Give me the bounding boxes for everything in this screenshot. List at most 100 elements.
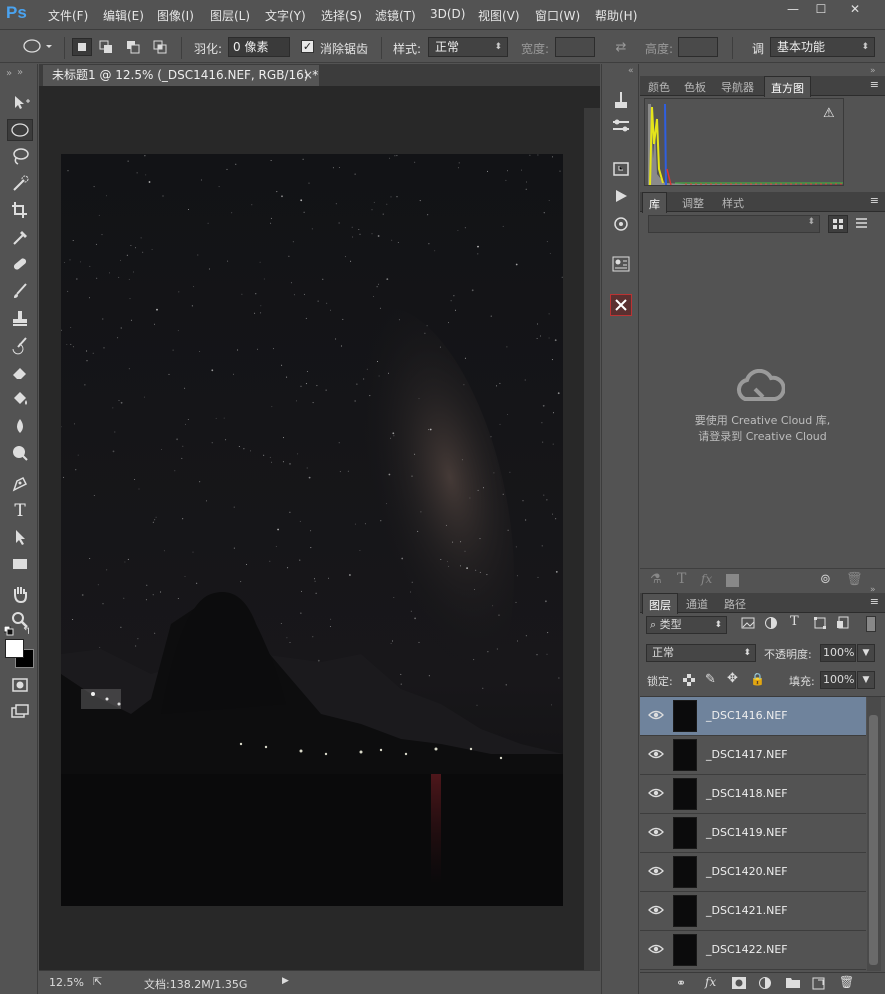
layer-row[interactable]: _DSC1416.NEF — [640, 697, 866, 736]
chevron-down-icon[interactable]: ▼ — [857, 671, 875, 689]
fill-input[interactable]: 100% — [820, 671, 856, 689]
filter-smart-object-icon[interactable] — [836, 616, 850, 633]
menu-edit[interactable]: 编辑(E) — [103, 7, 144, 24]
link-layers-icon[interactable]: ⚭ — [676, 976, 686, 990]
vertical-scrollbar[interactable] — [584, 108, 600, 992]
tab-swatches[interactable]: 色板 — [684, 79, 706, 95]
add-graphic-icon[interactable]: ⚗ — [650, 572, 662, 587]
paint-bucket-tool-icon[interactable] — [7, 389, 33, 411]
status-menu-arrow-icon[interactable]: ▶ — [282, 976, 289, 986]
layer-thumbnail[interactable] — [673, 778, 697, 810]
brush-tool-icon[interactable] — [7, 281, 33, 303]
panel-menu-icon[interactable]: ≡ — [870, 78, 879, 91]
layer-mask-icon[interactable] — [732, 977, 746, 992]
intersect-selection-icon[interactable] — [151, 38, 171, 56]
new-group-icon[interactable] — [786, 976, 800, 991]
healing-brush-tool-icon[interactable] — [7, 254, 33, 276]
tab-color[interactable]: 颜色 — [648, 79, 670, 95]
opacity-input[interactable]: 100% — [820, 644, 856, 662]
layer-thumbnail[interactable] — [673, 739, 697, 771]
tab-paths[interactable]: 路径 — [724, 596, 746, 612]
collapse-icon[interactable]: » — [870, 66, 876, 76]
actions-play-icon[interactable] — [610, 186, 632, 208]
brush-settings-icon[interactable] — [610, 116, 632, 138]
quick-mask-icon[interactable] — [7, 675, 33, 697]
eye-icon[interactable] — [648, 865, 664, 879]
document-tab[interactable]: 未标题1 @ 12.5% (_DSC1416.NEF, RGB/16) * × — [43, 65, 319, 86]
clone-stamp-tool-icon[interactable] — [7, 308, 33, 330]
layer-name[interactable]: _DSC1417.NEF — [706, 748, 788, 761]
dodge-tool-icon[interactable] — [7, 443, 33, 465]
eye-icon[interactable] — [648, 904, 664, 918]
notes-icon[interactable] — [610, 294, 632, 316]
cc-sync-icon[interactable]: ⊚ — [820, 572, 831, 587]
layer-filter-select[interactable]: ⌕ 类型 ⬍ — [646, 616, 727, 634]
workspace-select[interactable]: 基本功能 ⬍ — [770, 37, 875, 57]
layer-name[interactable]: _DSC1420.NEF — [706, 865, 788, 878]
eye-icon[interactable] — [648, 943, 664, 957]
add-selection-icon[interactable] — [97, 38, 117, 56]
properties-icon[interactable] — [610, 214, 632, 236]
layer-thumbnail[interactable] — [673, 934, 697, 966]
panel-menu-icon[interactable]: ≡ — [870, 595, 879, 608]
layer-thumbnail[interactable] — [673, 856, 697, 888]
foreground-color-swatch[interactable] — [5, 639, 24, 658]
grid-view-icon[interactable] — [828, 215, 848, 233]
eye-icon[interactable] — [648, 748, 664, 762]
layer-name[interactable]: _DSC1418.NEF — [706, 787, 788, 800]
layer-thumbnail[interactable] — [673, 700, 697, 732]
path-selection-tool-icon[interactable] — [7, 527, 33, 549]
filter-type-icon[interactable]: T — [790, 614, 799, 629]
add-color-icon[interactable] — [726, 574, 739, 587]
eye-icon[interactable] — [648, 826, 664, 840]
layer-row[interactable]: _DSC1417.NEF — [640, 736, 866, 775]
menu-view[interactable]: 视图(V) — [478, 7, 520, 24]
lasso-tool-icon[interactable] — [7, 146, 33, 168]
rectangle-tool-icon[interactable] — [7, 554, 33, 576]
tab-navigator[interactable]: 导航器 — [721, 79, 754, 95]
menu-file[interactable]: 文件(F) — [48, 7, 88, 24]
panel-menu-icon[interactable]: ≡ — [870, 194, 879, 207]
tab-adjustments[interactable]: 调整 — [682, 195, 704, 211]
move-tool-icon[interactable] — [7, 92, 33, 114]
quick-selection-tool-icon[interactable] — [7, 173, 33, 195]
lock-image-icon[interactable]: ✎ — [705, 672, 716, 687]
eye-icon[interactable] — [648, 787, 664, 801]
adjust-edge-button[interactable]: 调 — [752, 40, 764, 57]
new-selection-icon[interactable] — [72, 38, 92, 56]
elliptical-marquee-tool-icon[interactable] — [7, 119, 33, 141]
tab-layers[interactable]: 图层 — [642, 593, 678, 614]
ellipse-marquee-preset-icon[interactable] — [18, 36, 54, 58]
delete-layer-icon[interactable]: 🗑 — [839, 975, 854, 989]
adjustment-layer-icon[interactable] — [758, 976, 772, 993]
menu-select[interactable]: 选择(S) — [321, 7, 362, 24]
tab-channels[interactable]: 通道 — [686, 596, 708, 612]
height-input[interactable] — [678, 37, 718, 57]
menu-type[interactable]: 文字(Y) — [265, 7, 306, 24]
eyedropper-tool-icon[interactable] — [7, 227, 33, 249]
width-input[interactable] — [555, 37, 595, 57]
lock-position-icon[interactable]: ✥ — [727, 671, 738, 686]
add-style-icon[interactable]: fx — [701, 572, 712, 586]
info-icon[interactable] — [610, 254, 632, 276]
menu-image[interactable]: 图像(I) — [157, 7, 194, 24]
chevron-down-icon[interactable]: ▼ — [857, 644, 875, 662]
layer-row[interactable]: _DSC1419.NEF — [640, 814, 866, 853]
canvas[interactable] — [39, 86, 600, 992]
antialias-checkbox[interactable]: ✓ — [301, 40, 314, 53]
maximize-button[interactable]: ☐ — [808, 1, 834, 17]
add-text-icon[interactable]: T — [677, 571, 686, 587]
default-colors-icon[interactable] — [3, 625, 14, 636]
crop-tool-icon[interactable] — [7, 200, 33, 222]
collapse-icon[interactable]: » — [6, 68, 12, 79]
tab-styles[interactable]: 样式 — [722, 195, 744, 211]
layers-scrollbar[interactable] — [867, 697, 881, 971]
pen-tool-icon[interactable] — [7, 473, 33, 495]
layer-name[interactable]: _DSC1421.NEF — [706, 904, 788, 917]
layer-name[interactable]: _DSC1422.NEF — [706, 943, 788, 956]
layer-thumbnail[interactable] — [673, 817, 697, 849]
eraser-tool-icon[interactable] — [7, 362, 33, 384]
close-button[interactable]: ✕ — [842, 1, 868, 17]
close-tab-icon[interactable]: × — [303, 65, 313, 85]
filter-pixel-icon[interactable] — [741, 616, 755, 633]
